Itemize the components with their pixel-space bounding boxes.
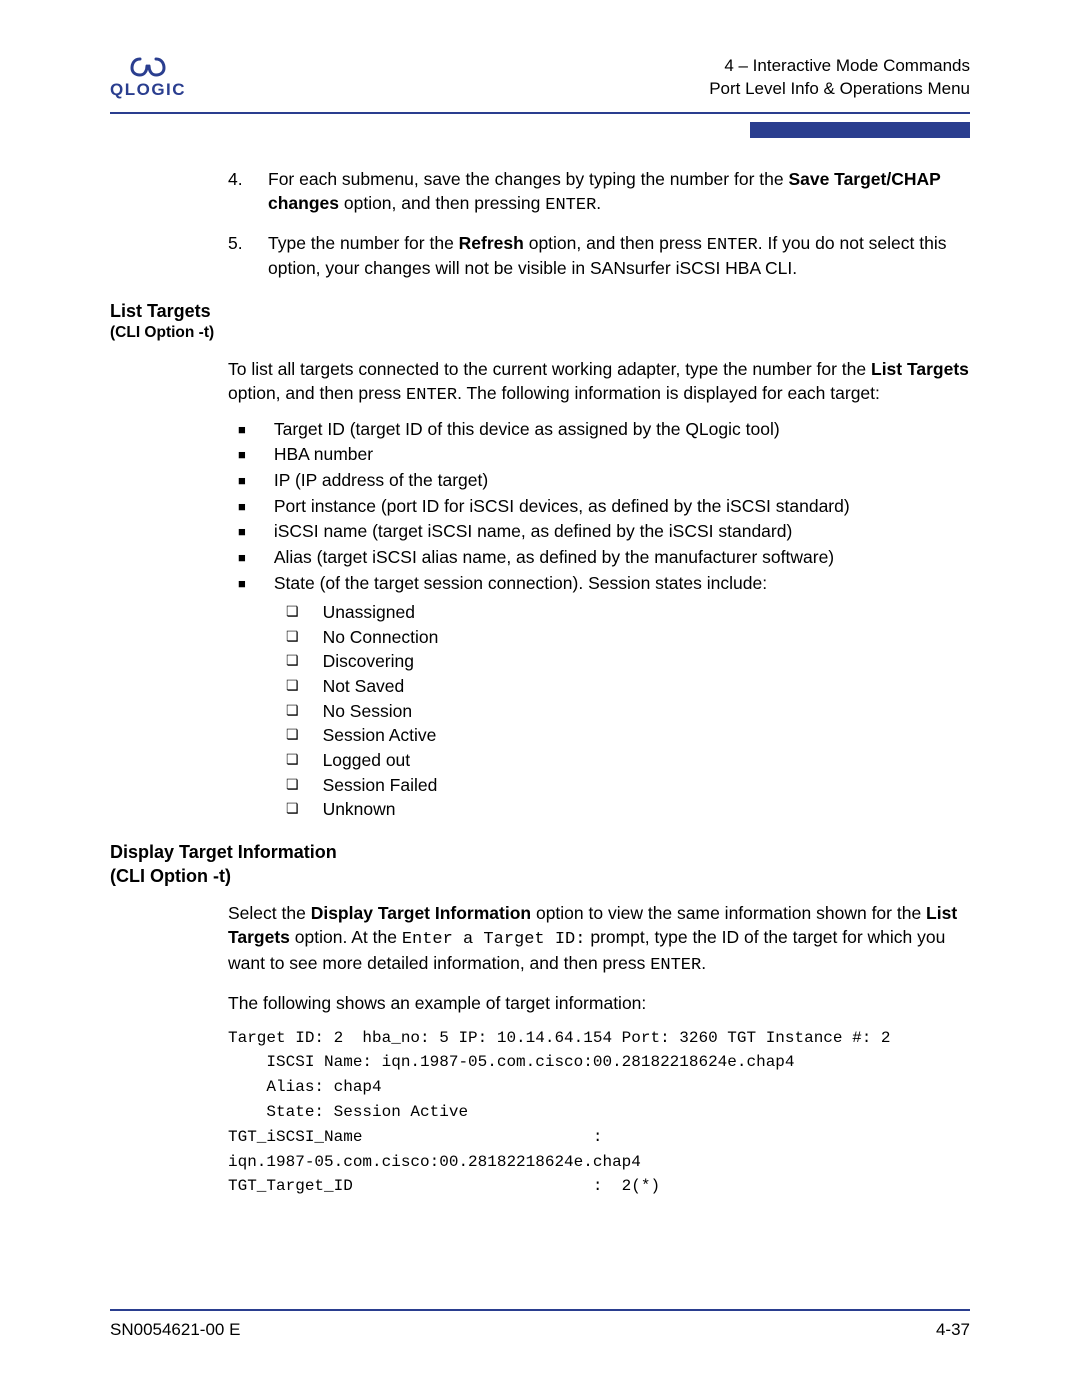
display-target-title2: (CLI Option -t) xyxy=(110,864,970,888)
code-example: Target ID: 2 hba_no: 5 IP: 10.14.64.154 … xyxy=(228,1026,970,1200)
page-header: QLOGIC 4 – Interactive Mode Commands Por… xyxy=(110,55,970,114)
step-4-body: For each submenu, save the changes by ty… xyxy=(268,168,970,218)
list-item: Target ID (target ID of this device as a… xyxy=(238,418,970,442)
page-footer: SN0054621-00 E 4-37 xyxy=(110,1309,970,1342)
list-item: Logged out xyxy=(286,749,970,773)
list-targets-subtitle: (CLI Option -t) xyxy=(110,323,970,344)
display-target-p1: Select the Display Target Information op… xyxy=(228,902,970,978)
list-item: HBA number xyxy=(238,443,970,467)
list-item: Port instance (port ID for iSCSI devices… xyxy=(238,495,970,519)
list-item: IP (IP address of the target) xyxy=(238,469,970,493)
target-info-list: Target ID (target ID of this device as a… xyxy=(238,418,970,595)
logo: QLOGIC xyxy=(110,55,186,102)
accent-bar xyxy=(750,122,970,138)
step-num-4: 4. xyxy=(228,168,268,218)
footer-left: SN0054621-00 E xyxy=(110,1319,240,1342)
list-item: Unknown xyxy=(286,798,970,822)
logo-text: QLOGIC xyxy=(110,79,186,102)
step-num-5: 5. xyxy=(228,232,268,282)
list-targets-title: List Targets xyxy=(110,299,970,323)
list-item: No Session xyxy=(286,700,970,724)
step-4: 4. For each submenu, save the changes by… xyxy=(228,168,970,218)
footer-right: 4-37 xyxy=(936,1319,970,1342)
list-targets-intro: To list all targets connected to the cur… xyxy=(228,358,970,408)
logo-icon xyxy=(128,55,168,77)
list-item: State (of the target session connection)… xyxy=(238,572,970,596)
list-item: Session Active xyxy=(286,724,970,748)
display-target-title1: Display Target Information xyxy=(110,840,970,864)
list-item: No Connection xyxy=(286,626,970,650)
header-right: 4 – Interactive Mode Commands Port Level… xyxy=(709,55,970,101)
step-5: 5. Type the number for the Refresh optio… xyxy=(228,232,970,282)
header-line2: Port Level Info & Operations Menu xyxy=(709,78,970,101)
content: 4. For each submenu, save the changes by… xyxy=(228,168,970,1199)
step-5-body: Type the number for the Refresh option, … xyxy=(268,232,970,282)
list-item: Alias (target iSCSI alias name, as defin… xyxy=(238,546,970,570)
session-states-list: Unassigned No Connection Discovering Not… xyxy=(286,601,970,822)
page: QLOGIC 4 – Interactive Mode Commands Por… xyxy=(0,0,1080,1397)
list-item: Session Failed xyxy=(286,774,970,798)
list-item: iSCSI name (target iSCSI name, as define… xyxy=(238,520,970,544)
list-item: Not Saved xyxy=(286,675,970,699)
header-line1: 4 – Interactive Mode Commands xyxy=(709,55,970,78)
display-target-p2: The following shows an example of target… xyxy=(228,992,970,1016)
list-item: Discovering xyxy=(286,650,970,674)
section-list-targets: List Targets (CLI Option -t) To list all… xyxy=(228,299,970,822)
list-item: Unassigned xyxy=(286,601,970,625)
